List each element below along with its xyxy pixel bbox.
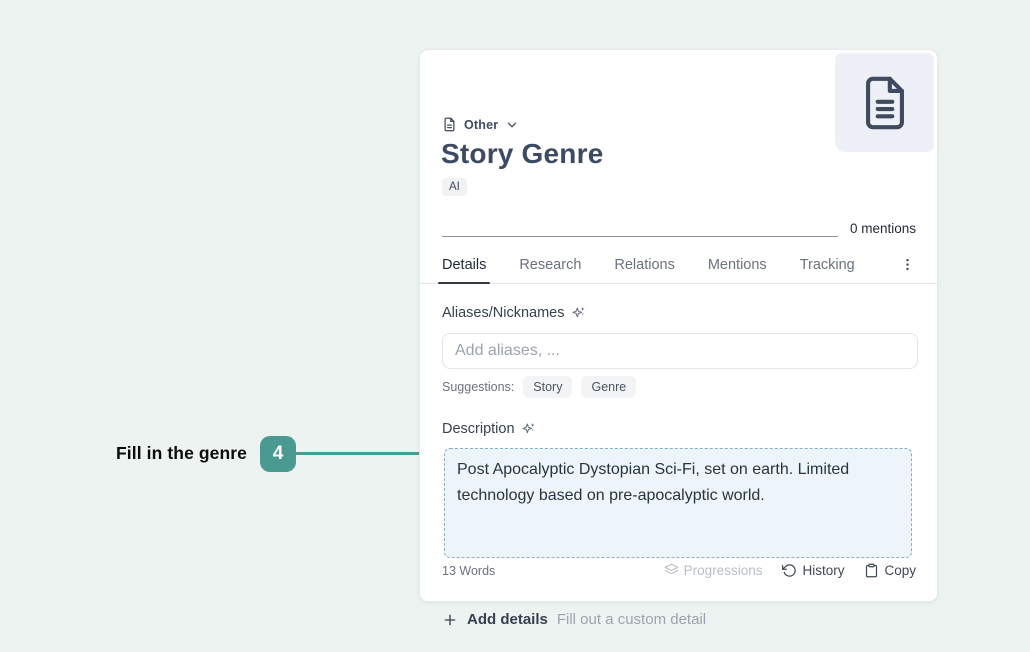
- annotation-label: Fill in the genre: [116, 443, 247, 464]
- tab-research[interactable]: Research: [519, 246, 581, 283]
- chevron-down-icon: [505, 118, 519, 132]
- kebab-menu-icon: [900, 257, 915, 272]
- annotation-connector-line: [296, 452, 428, 455]
- aliases-label: Aliases/Nicknames: [442, 305, 565, 321]
- history-button[interactable]: History: [782, 563, 844, 578]
- aliases-suggestions: Suggestions: Story Genre: [442, 376, 636, 398]
- add-details-button[interactable]: Add details Fill out a custom detail: [442, 611, 706, 628]
- tab-tracking[interactable]: Tracking: [800, 246, 855, 283]
- copy-label: Copy: [884, 563, 916, 578]
- progressions-button[interactable]: Progressions: [664, 563, 763, 578]
- suggestion-chip-genre[interactable]: Genre: [581, 376, 636, 398]
- annotation-callout: Fill in the genre 4: [116, 435, 437, 472]
- entry-title[interactable]: Story Genre: [441, 138, 603, 170]
- tab-mentions[interactable]: Mentions: [708, 246, 767, 283]
- add-details-hint: Fill out a custom detail: [557, 611, 706, 628]
- history-icon: [782, 563, 797, 578]
- mentions-count: 0 mentions: [850, 221, 916, 237]
- tab-relations[interactable]: Relations: [614, 246, 674, 283]
- description-textarea[interactable]: Post Apocalyptic Dystopian Sci-Fi, set o…: [444, 448, 912, 558]
- story-genre-card: Other Story Genre AI 0 mentions Details …: [419, 49, 938, 602]
- ai-badge: AI: [442, 178, 467, 196]
- description-label: Description: [442, 421, 515, 437]
- suggestion-chip-story[interactable]: Story: [523, 376, 572, 398]
- description-label-row: Description: [442, 421, 537, 437]
- clipboard-icon: [864, 563, 879, 578]
- file-icon: [442, 117, 457, 132]
- word-count: 13 Words: [442, 564, 495, 578]
- description-footer: 13 Words Progressions: [442, 563, 916, 578]
- layers-icon: [664, 563, 679, 578]
- aliases-label-row: Aliases/Nicknames: [442, 305, 587, 321]
- tab-bar: Details Research Relations Mentions Trac…: [420, 246, 937, 284]
- ai-sparkles-icon: [521, 421, 537, 437]
- screenshot-stage: Fill in the genre 4: [0, 0, 1030, 652]
- history-label: History: [802, 563, 844, 578]
- add-details-label: Add details: [467, 611, 548, 628]
- aliases-input[interactable]: [442, 333, 918, 369]
- progressions-label: Progressions: [684, 563, 763, 578]
- mentions-row: 0 mentions: [442, 213, 916, 237]
- plus-icon: [442, 612, 458, 628]
- annotation-step-badge: 4: [260, 436, 296, 472]
- tab-details[interactable]: Details: [442, 246, 486, 283]
- copy-button[interactable]: Copy: [864, 563, 916, 578]
- more-options-button[interactable]: [900, 257, 915, 272]
- suggestions-label: Suggestions:: [442, 380, 514, 394]
- ai-sparkles-icon: [571, 305, 587, 321]
- entry-type-label: Other: [464, 118, 498, 132]
- subtitle-underline-field[interactable]: [442, 213, 838, 237]
- entry-type-selector[interactable]: Other: [442, 117, 519, 132]
